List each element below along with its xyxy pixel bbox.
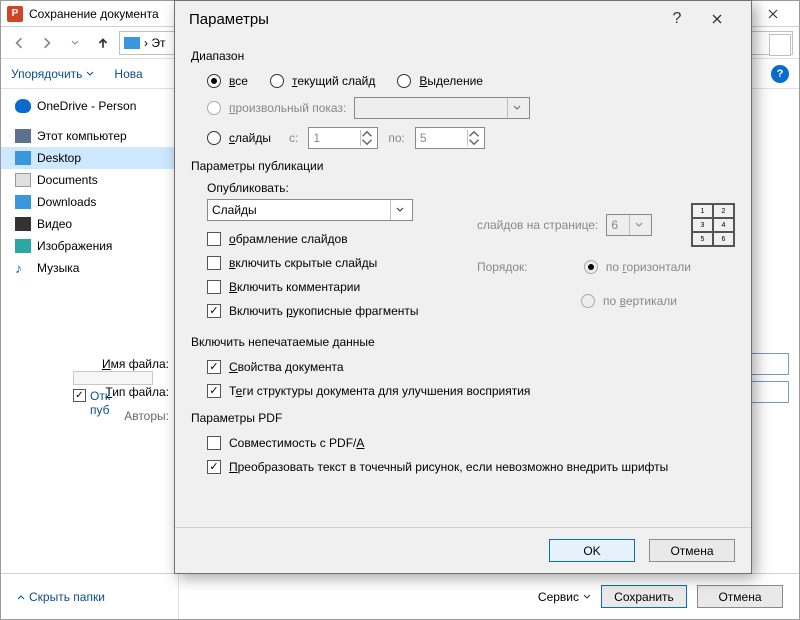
checkbox-icon: [73, 389, 86, 402]
params-close-icon[interactable]: [697, 1, 737, 37]
radio-icon: [207, 131, 221, 145]
pc-icon: [15, 129, 31, 143]
tree-desktop[interactable]: Desktop: [1, 147, 178, 169]
publish-combo[interactable]: Слайды: [207, 199, 413, 221]
video-icon: [15, 217, 31, 231]
order-vert-radio: по вертикали: [581, 291, 677, 311]
params-footer: OK Отмена: [175, 527, 751, 573]
close-icon[interactable]: [753, 1, 793, 27]
radio-icon: [270, 74, 284, 88]
breadcrumb-text: › Эт: [144, 36, 165, 50]
publish-label: Опубликовать:: [207, 181, 437, 195]
forward-icon[interactable]: [35, 31, 59, 55]
params-cancel-button[interactable]: Отмена: [649, 539, 735, 562]
dropdown-icon: [629, 215, 647, 235]
checkbox-icon: [207, 460, 221, 474]
range-group-label: Диапазон: [191, 49, 735, 63]
doc-props-checkbox[interactable]: Свойства документа: [207, 357, 735, 377]
tree-music[interactable]: ♪Музыка: [1, 257, 178, 279]
desktop-icon: [15, 151, 31, 165]
pub-group-label: Параметры публикации: [191, 159, 735, 173]
radio-icon: [397, 74, 411, 88]
params-title-text: Параметры: [189, 11, 269, 28]
radio-icon: [584, 260, 598, 274]
filename-label: Имя файла:: [59, 357, 169, 371]
tree-downloads[interactable]: Downloads: [1, 191, 178, 213]
tree-video[interactable]: Видео: [1, 213, 178, 235]
comments-checkbox[interactable]: Включить комментарии: [207, 277, 437, 297]
organize-button[interactable]: Упорядочить: [11, 67, 94, 81]
radio-icon: [581, 294, 595, 308]
to-spin[interactable]: 5: [415, 127, 485, 149]
checkbox-icon: [207, 280, 221, 294]
documents-icon: [15, 173, 31, 187]
tree-documents[interactable]: Documents: [1, 169, 178, 191]
doc-tags-checkbox[interactable]: Теги структуры документа для улучшения в…: [207, 381, 735, 401]
checkbox-icon: [207, 232, 221, 246]
options-frame: [73, 371, 153, 385]
dropdown-icon: [507, 98, 525, 118]
pdf-group-label: Параметры PDF: [191, 411, 735, 425]
range-slides-radio[interactable]: слайды: [207, 128, 271, 148]
cancel-button[interactable]: Отмена: [697, 585, 783, 608]
from-spin[interactable]: 1: [308, 127, 378, 149]
tree-onedrive[interactable]: OneDrive - Person: [1, 95, 178, 117]
drive-icon: [124, 37, 140, 49]
hidden-checkbox[interactable]: включить скрытые слайды: [207, 253, 437, 273]
recent-dropdown-icon[interactable]: [63, 31, 87, 55]
frame-checkbox[interactable]: обрамление слайдов: [207, 229, 437, 249]
to-label: по:: [388, 131, 405, 145]
spp-label: слайдов на странице:: [477, 218, 598, 232]
tools-button[interactable]: Сервис: [538, 590, 591, 604]
checkbox-icon: [207, 384, 221, 398]
order-horiz-radio: по горизонтали: [584, 257, 691, 277]
spp-combo: 6: [606, 214, 652, 236]
save-button[interactable]: Сохранить: [601, 585, 687, 608]
save-title-text: Сохранение документа: [29, 7, 159, 21]
handout-preview-icon: 12 34 56: [691, 203, 735, 247]
dropdown-icon: [390, 200, 408, 220]
bitmap-checkbox[interactable]: Преобразовать текст в точечный рисунок, …: [207, 457, 735, 477]
up-icon[interactable]: [91, 31, 115, 55]
nonprint-group-label: Включить непечатаемые данные: [191, 335, 735, 349]
range-custom-radio: произвольный показ:: [207, 98, 346, 118]
checkbox-icon: [207, 256, 221, 270]
checkbox-icon: [207, 436, 221, 450]
order-label: Порядок:: [477, 260, 528, 274]
checkbox-icon: [207, 304, 221, 318]
downloads-icon: [15, 195, 31, 209]
music-icon: ♪: [15, 260, 31, 276]
tree-images[interactable]: Изображения: [1, 235, 178, 257]
help-icon[interactable]: ?: [771, 65, 789, 83]
powerpoint-icon: P: [7, 6, 23, 22]
save-footer: Скрыть папки Сервис Сохранить Отмена: [1, 573, 799, 619]
help-button[interactable]: ?: [657, 1, 697, 37]
params-titlebar: Параметры ?: [175, 1, 751, 37]
hide-folders-link[interactable]: Скрыть папки: [17, 590, 105, 604]
params-dialog: Параметры ? Диапазон все текущий слайд В…: [174, 0, 752, 574]
back-icon[interactable]: [7, 31, 31, 55]
checkbox-icon: [207, 360, 221, 374]
cloud-icon: [15, 99, 31, 113]
from-label: с:: [289, 131, 298, 145]
radio-icon: [207, 101, 221, 115]
ok-button[interactable]: OK: [549, 539, 635, 562]
radio-icon: [207, 74, 221, 88]
tree-this-pc[interactable]: Этот компьютер: [1, 125, 178, 147]
range-selection-radio[interactable]: Выделение: [397, 71, 483, 91]
range-current-radio[interactable]: текущий слайд: [270, 71, 375, 91]
open-after-checkbox[interactable]: Откпуб: [73, 389, 110, 417]
new-item-button[interactable]: Нова: [114, 67, 142, 81]
range-all-radio[interactable]: все: [207, 71, 248, 91]
custom-show-combo: [354, 97, 530, 119]
ink-checkbox[interactable]: Включить рукописные фрагменты: [207, 301, 437, 321]
pdfa-checkbox[interactable]: Совместимость с PDF/A: [207, 433, 735, 453]
images-icon: [15, 239, 31, 253]
search-input[interactable]: [769, 34, 791, 56]
